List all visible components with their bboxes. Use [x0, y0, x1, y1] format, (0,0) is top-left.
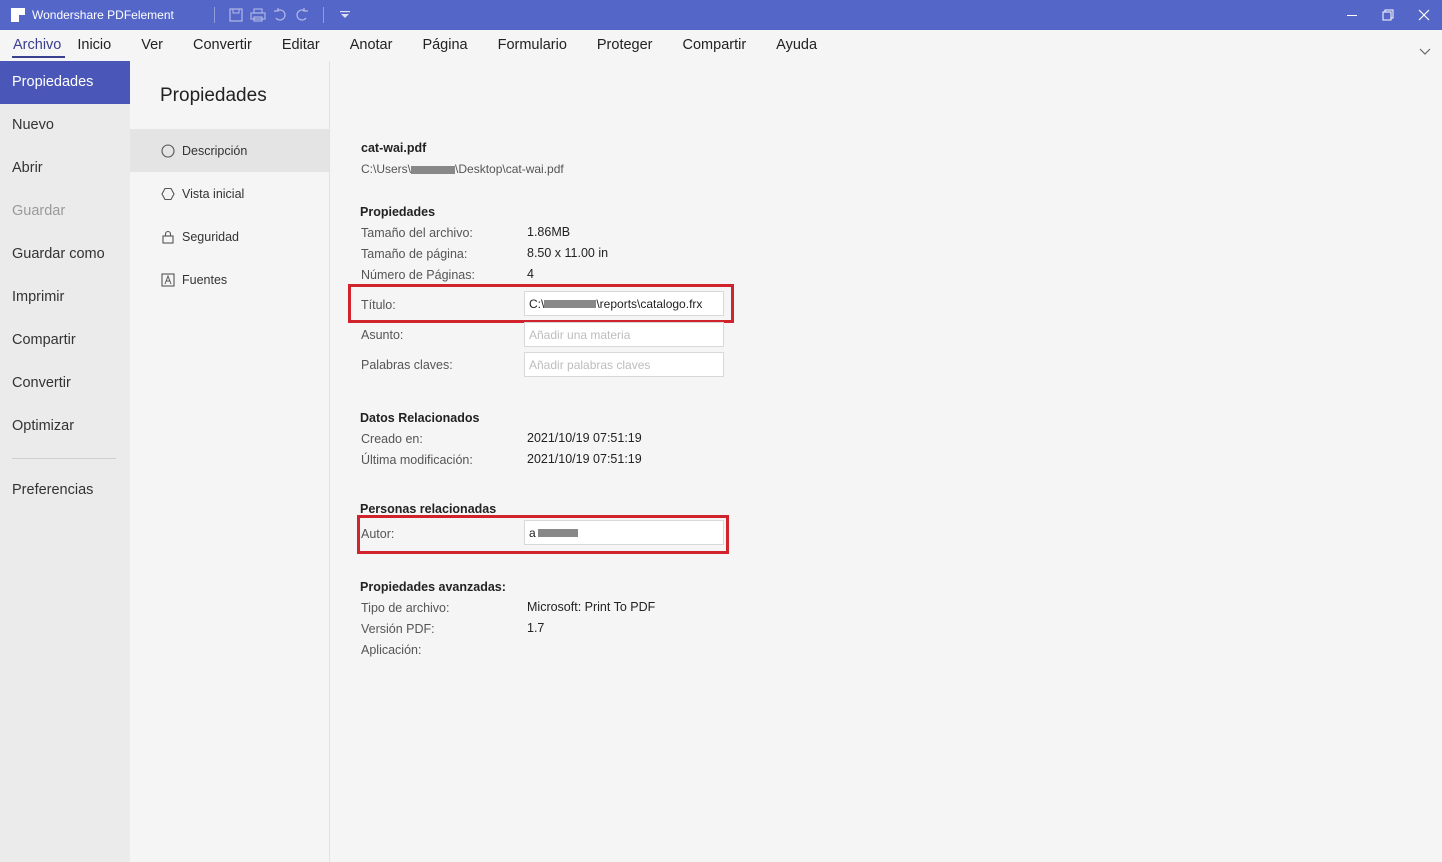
menu-archivo[interactable]: Archivo — [0, 30, 66, 61]
menu-pagina[interactable]: Página — [407, 30, 482, 61]
chevron-down-icon[interactable] — [1418, 44, 1432, 58]
app-logo-icon — [10, 7, 26, 23]
menu-editar[interactable]: Editar — [267, 30, 335, 61]
divider — [322, 7, 324, 23]
page-size-value: 8.50 x 11.00 in — [527, 246, 609, 260]
subnav-seguridad[interactable]: Seguridad — [130, 215, 329, 258]
keywords-label: Palabras claves: — [361, 358, 453, 372]
nav-guardar-como[interactable]: Guardar como — [0, 233, 130, 276]
application-label: Aplicación: — [361, 643, 422, 657]
page-count-value: 4 — [527, 267, 534, 281]
nav-propiedades[interactable]: Propiedades — [0, 61, 130, 104]
title-bar: Wondershare PDFelement — [0, 0, 1442, 30]
file-path: C:\Users\ \Desktop\cat-wai.pdf — [361, 162, 564, 176]
subnav-descripcion[interactable]: Descripción — [130, 129, 329, 172]
file-size-value: 1.86MB — [527, 225, 571, 239]
close-icon[interactable] — [1406, 0, 1442, 30]
undo-icon[interactable] — [269, 4, 291, 26]
menu-proteger[interactable]: Proteger — [582, 30, 668, 61]
page-count-label: Número de Páginas: — [361, 268, 475, 282]
app-title: Wondershare PDFelement — [32, 8, 174, 22]
created-value: 2021/10/19 07:51:19 — [527, 431, 642, 445]
section-propiedades: Propiedades — [360, 205, 436, 219]
pdf-version-label: Versión PDF: — [361, 622, 435, 636]
nav-guardar: Guardar — [12, 203, 66, 219]
divider — [213, 7, 215, 23]
window-controls — [1334, 0, 1442, 30]
subject-label: Asunto: — [361, 328, 404, 342]
menu-convertir[interactable]: Convertir — [178, 30, 267, 61]
customize-dropdown-icon[interactable] — [334, 4, 356, 26]
file-name: cat-wai.pdf — [361, 141, 427, 155]
font-icon — [160, 272, 176, 288]
file-type-value: Microsoft: Print To PDF — [527, 600, 656, 614]
restore-icon[interactable] — [1370, 0, 1406, 30]
page-title: Propiedades — [160, 85, 267, 106]
keywords-field[interactable]: Añadir palabras claves — [524, 352, 724, 377]
menu-bar: Archivo Inicio Ver Convertir Editar Anot… — [0, 30, 1442, 61]
lock-icon — [160, 229, 176, 245]
subnav-label: Fuentes — [182, 272, 228, 287]
subnav-fuentes[interactable]: Fuentes — [130, 258, 329, 301]
properties-content: cat-wai.pdf C:\Users\ \Desktop\cat-wai.pd… — [331, 61, 1442, 862]
highlight-box-title — [348, 284, 734, 323]
file-sidebar: Propiedades Nuevo Abrir Guardar Guardar … — [0, 61, 130, 862]
nav-convertir[interactable]: Convertir — [0, 362, 130, 405]
print-icon[interactable] — [247, 4, 269, 26]
menu-ayuda[interactable]: Ayuda — [761, 30, 832, 61]
file-size-label: Tamaño del archivo: — [361, 226, 473, 240]
nav-nuevo[interactable]: Nuevo — [0, 104, 130, 147]
file-type-label: Tipo de archivo: — [361, 601, 450, 615]
menu-compartir[interactable]: Compartir — [668, 30, 762, 61]
menu-inicio[interactable]: Inicio — [63, 30, 126, 61]
properties-subnav: Propiedades Descripción Vista inicial Se… — [130, 61, 330, 862]
subnav-label: Descripción — [182, 143, 248, 158]
circle-icon — [160, 143, 176, 159]
redacted-text — [411, 165, 456, 174]
page-size-label: Tamaño de página: — [361, 247, 468, 261]
created-label: Creado en: — [361, 432, 423, 446]
menu-anotar[interactable]: Anotar — [335, 30, 408, 61]
section-personas-relacionadas: Personas relacionadas — [360, 502, 497, 516]
nav-preferencias[interactable]: Preferencias — [0, 469, 130, 512]
modified-label: Última modificación: — [361, 453, 473, 467]
nav-optimizar[interactable]: Optimizar — [0, 405, 130, 448]
nav-abrir[interactable]: Abrir — [0, 147, 130, 190]
nav-compartir[interactable]: Compartir — [0, 319, 130, 362]
redo-icon[interactable] — [291, 4, 313, 26]
nav-imprimir[interactable]: Imprimir — [0, 276, 130, 319]
pdf-version-value: 1.7 — [527, 621, 545, 635]
subnav-label: Seguridad — [182, 229, 239, 244]
save-icon[interactable] — [225, 4, 247, 26]
subnav-label: Vista inicial — [182, 186, 245, 201]
divider — [12, 458, 116, 459]
subnav-vista-inicial[interactable]: Vista inicial — [130, 172, 329, 215]
modified-value: 2021/10/19 07:51:19 — [527, 452, 642, 466]
menu-formulario[interactable]: Formulario — [483, 30, 582, 61]
menu-ver[interactable]: Ver — [126, 30, 178, 61]
minimize-icon[interactable] — [1334, 0, 1370, 30]
subject-field[interactable]: Añadir una materia — [524, 322, 724, 347]
section-propiedades-avanzadas: Propiedades avanzadas: — [360, 580, 506, 594]
section-datos-relacionados: Datos Relacionados — [360, 411, 480, 425]
highlight-box-author — [357, 515, 729, 554]
hexagon-icon — [160, 186, 176, 202]
